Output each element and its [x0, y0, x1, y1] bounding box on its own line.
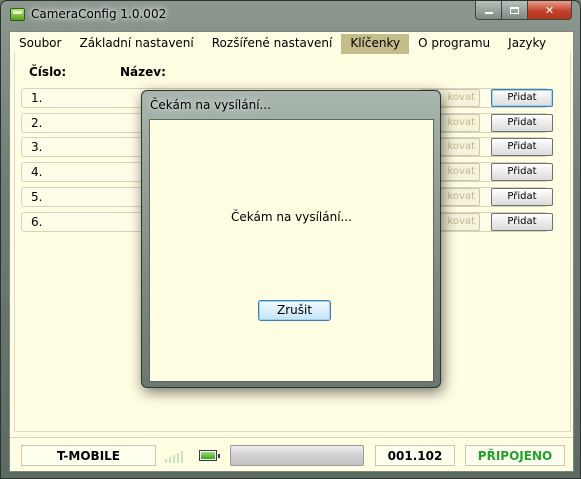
menu-basic-settings[interactable]: Základní nastavení — [70, 34, 202, 54]
cancel-button[interactable]: Zrušit — [258, 300, 331, 321]
main-window: CameraConfig 1.0.002 ✕ Soubor Základní n… — [0, 0, 581, 479]
row-number: 4. — [31, 165, 43, 179]
column-header-number: Číslo: — [29, 65, 67, 79]
add-button[interactable]: Přidat — [491, 89, 553, 107]
menu-bar: Soubor Základní nastavení Rozšířené nast… — [10, 34, 555, 54]
row-number: 2. — [31, 116, 43, 130]
add-button[interactable]: Přidat — [491, 114, 553, 132]
menu-keyfobs[interactable]: Klíčenky — [341, 34, 410, 54]
waiting-dialog: Čekám na vysílání... Čekám na vysílání..… — [141, 90, 441, 388]
add-button[interactable]: Přidat — [491, 213, 553, 231]
window-title: CameraConfig 1.0.002 — [31, 7, 167, 21]
row-number: 6. — [31, 215, 43, 229]
row-number: 3. — [31, 140, 43, 154]
dialog-body: Čekám na vysílání... Zrušit — [149, 119, 434, 382]
connection-status: PŘIPOJENO — [465, 445, 565, 466]
add-button[interactable]: Přidat — [491, 163, 553, 181]
title-bar[interactable]: CameraConfig 1.0.002 ✕ — [1, 1, 580, 31]
add-button[interactable]: Přidat — [491, 188, 553, 206]
dialog-message: Čekám na vysílání... — [231, 210, 352, 224]
maximize-button[interactable] — [501, 1, 528, 20]
app-icon — [10, 8, 25, 21]
add-button[interactable]: Přidat — [491, 138, 553, 156]
minimize-button[interactable] — [475, 1, 502, 20]
close-icon: ✕ — [544, 3, 555, 17]
menu-about[interactable]: O programu — [409, 34, 499, 54]
row-number: 1. — [31, 91, 43, 105]
status-bar: T-MOBILE 001.102 PŘIPOJENO — [10, 437, 573, 471]
column-header-name: Název: — [120, 65, 166, 79]
dialog-title: Čekám na vysílání... — [150, 98, 271, 112]
minimize-icon — [484, 11, 493, 14]
battery-icon — [199, 450, 220, 461]
maximize-icon — [510, 6, 519, 14]
progress-bar — [230, 445, 364, 466]
close-button[interactable]: ✕ — [527, 1, 572, 20]
version-label: 001.102 — [375, 445, 455, 466]
row-number: 5. — [31, 190, 43, 204]
menu-languages[interactable]: Jazyky — [499, 34, 555, 54]
signal-strength-icon — [165, 451, 187, 463]
menu-advanced-settings[interactable]: Rozšířené nastavení — [203, 34, 342, 54]
operator-label: T-MOBILE — [21, 445, 156, 466]
menu-file[interactable]: Soubor — [10, 34, 70, 54]
